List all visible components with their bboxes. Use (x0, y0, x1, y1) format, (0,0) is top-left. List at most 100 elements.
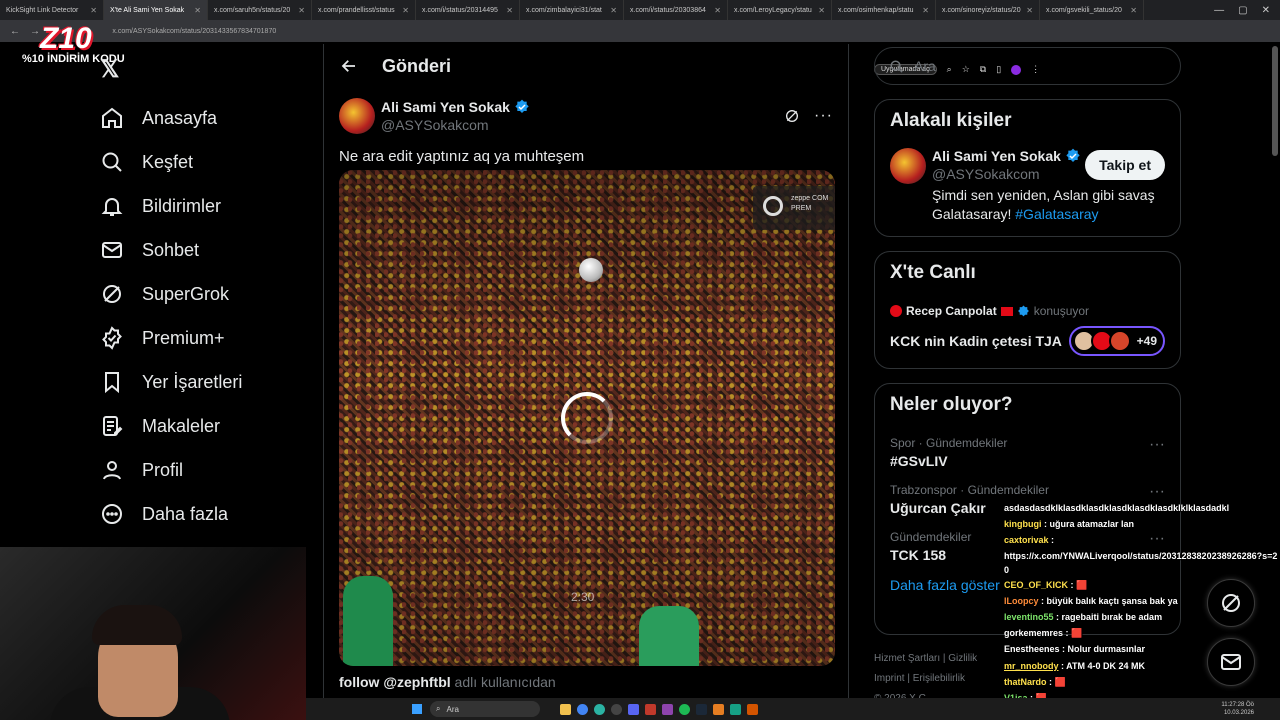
search-input[interactable]: Ara (874, 47, 1181, 85)
browser-tab[interactable]: x.com/prandellisst/status ✕ (312, 0, 416, 20)
taskbar-search[interactable]: ⌕ Ara (430, 701, 540, 717)
app-icon[interactable] (645, 703, 656, 715)
sidebar-item-premium[interactable]: Premium+ (100, 316, 300, 360)
explorer-app-icon[interactable] (560, 703, 571, 715)
post-video[interactable]: zeppe COM PREM 2:30 (339, 170, 835, 666)
player-figure (343, 576, 393, 666)
close-icon[interactable]: ✕ (402, 6, 409, 15)
author-handle[interactable]: @ASYSokakcom (381, 117, 530, 133)
chat-message: asdasdasdklklasdklasdklasdklasdklasdklkl… (1004, 500, 1280, 516)
close-icon[interactable]: ✕ (610, 6, 617, 15)
obs-app-icon[interactable] (611, 703, 622, 715)
related-avatar[interactable] (890, 148, 926, 184)
related-handle[interactable]: @ASYSokakcom (932, 166, 1081, 182)
post-detail-column: Gönderi Ali Sami Yen Sokak @ASYSokakcom … (323, 44, 849, 720)
browser-tab[interactable]: KickSight Link Detector ✕ (0, 0, 104, 20)
attribution-prefix: follow (339, 674, 384, 690)
sidebar-item-profile[interactable]: Profil (100, 448, 300, 492)
browser-tab[interactable]: x.com/gsvekili_status/20 ✕ (1040, 0, 1144, 20)
close-icon[interactable]: ✕ (90, 6, 97, 15)
related-person[interactable]: Ali Sami Yen Sokak @ASYSokakcom Takip et… (890, 148, 1165, 224)
clock-time: 11:27:28 Öö (1221, 702, 1254, 708)
sidebar-item-label: Bildirimler (142, 195, 222, 216)
app-icon[interactable] (662, 703, 673, 715)
app-icon[interactable] (713, 703, 724, 715)
sidebar-item-chat[interactable]: Sohbet (100, 228, 300, 272)
sidebar-item-articles[interactable]: Makaleler (100, 404, 300, 448)
author-name[interactable]: Ali Sami Yen Sokak (381, 99, 510, 115)
page-scrollbar[interactable] (1272, 46, 1278, 156)
sidebar-item-bookmarks[interactable]: Yer İşaretleri (100, 360, 300, 404)
close-icon[interactable]: ✕ (922, 6, 929, 15)
edge-app-icon[interactable] (594, 703, 605, 715)
x-logo-icon[interactable]: 𝕏 (100, 55, 119, 84)
close-icon[interactable]: ✕ (194, 6, 201, 15)
chat-text: : ATM 4-0 DK 24 MK (1058, 660, 1146, 671)
sidebar-item-notifications[interactable]: Bildirimler (100, 184, 300, 228)
sidebar-item-label: Daha fazla (142, 503, 229, 524)
sidebar-item-label: Yer İşaretleri (142, 371, 243, 392)
discord-app-icon[interactable] (628, 703, 639, 715)
stream-chat-overlay: asdasdasdklklasdklasdklasdklasdklasdklkl… (1004, 500, 1280, 706)
browser-tab[interactable]: x.com/i/status/20314495 ✕ (416, 0, 520, 20)
more-circle-icon (102, 504, 122, 524)
more-options-icon[interactable]: ··· (814, 107, 833, 125)
app-icon[interactable] (730, 703, 741, 715)
close-icon[interactable]: ✕ (714, 6, 721, 15)
back-arrow-icon[interactable] (340, 57, 358, 75)
page-title: Gönderi (382, 55, 452, 76)
verified-icon (102, 326, 122, 350)
follow-button[interactable]: Takip et (1085, 150, 1165, 180)
taskbar-clock[interactable]: 11:27:28 Öö 10.03.2026 (1221, 701, 1280, 717)
chat-text: : 🟥 (1063, 628, 1083, 639)
app-icon[interactable] (747, 703, 758, 715)
live-card[interactable]: X'te Canlı Recep Canpolat konuşuyor KCK … (874, 251, 1181, 369)
url-field[interactable]: x.com/ASYSokakcom/status/203143356783470… (112, 28, 276, 35)
browser-tab-active[interactable]: X'te Ali Sami Yen Sokak ✕ (104, 0, 208, 20)
listener-avatar (1108, 330, 1131, 352)
maximize-icon[interactable]: ▢ (1238, 5, 1247, 16)
speaker-name: Recep Canpolat (906, 304, 997, 318)
article-icon (103, 416, 123, 436)
sidebar-item-more[interactable]: Daha fazla (100, 492, 300, 536)
bio-hashtag[interactable]: #Galatasaray (1015, 206, 1098, 222)
close-icon[interactable]: ✕ (818, 6, 825, 15)
author-name-row[interactable]: Ali Sami Yen Sokak (381, 99, 530, 115)
more-options-icon[interactable]: ··· (1149, 436, 1165, 454)
close-icon[interactable]: ✕ (506, 6, 513, 15)
trend-name: #GSvLIV (890, 453, 948, 469)
author-avatar[interactable] (339, 98, 375, 134)
sidebar-item-supergrok[interactable]: SuperGrok (100, 272, 300, 316)
chrome-app-icon[interactable] (577, 703, 588, 715)
grok-icon[interactable] (784, 108, 800, 124)
chat-text: : (1048, 535, 1055, 546)
spotify-app-icon[interactable] (679, 703, 690, 715)
browser-tab[interactable]: x.com/i/status/20303864 ✕ (624, 0, 728, 20)
chat-text: : 🟥 (1046, 676, 1066, 687)
close-icon[interactable]: ✕ (1130, 6, 1137, 15)
sidebar-item-home[interactable]: Anasayfa (100, 96, 300, 140)
chat-user: kingbugi (1004, 519, 1042, 530)
verified-badge-icon (1066, 148, 1080, 162)
windows-start-icon[interactable] (412, 704, 422, 714)
more-options-icon[interactable]: ··· (1149, 483, 1165, 501)
sidebar-item-explore[interactable]: Keşfet (100, 140, 300, 184)
verified-badge-icon (1017, 305, 1029, 316)
browser-tab[interactable]: x.com/osimhenkap/statu ✕ (832, 0, 936, 20)
browser-tab[interactable]: x.com/LeroyLegacy/statu ✕ (728, 0, 832, 20)
related-name[interactable]: Ali Sami Yen Sokak (932, 148, 1061, 164)
close-icon[interactable]: ✕ (1026, 6, 1033, 15)
browser-tab[interactable]: x.com/zimbalayici31/stat ✕ (520, 0, 624, 20)
browser-tab[interactable]: x.com/sinoreyiz/status/20 ✕ (936, 0, 1040, 20)
back-icon[interactable]: ← (10, 26, 20, 37)
attribution-handle[interactable]: @zephftbl (383, 674, 450, 690)
close-window-icon[interactable]: ✕ (1262, 5, 1270, 16)
minimize-icon[interactable]: — (1214, 5, 1224, 16)
trend-item[interactable]: Spor · Gündemdekiler #GSvLIV ··· (890, 436, 1165, 469)
chat-message: Enestheenes : Nolur durmasınlar (1004, 641, 1280, 657)
steam-app-icon[interactable] (696, 703, 707, 715)
search-placeholder: Ara (914, 58, 936, 74)
browser-tab[interactable]: x.com/saruh5n/status/20 ✕ (208, 0, 312, 20)
close-icon[interactable]: ✕ (298, 6, 305, 15)
taskbar-search-placeholder: Ara (446, 704, 459, 714)
